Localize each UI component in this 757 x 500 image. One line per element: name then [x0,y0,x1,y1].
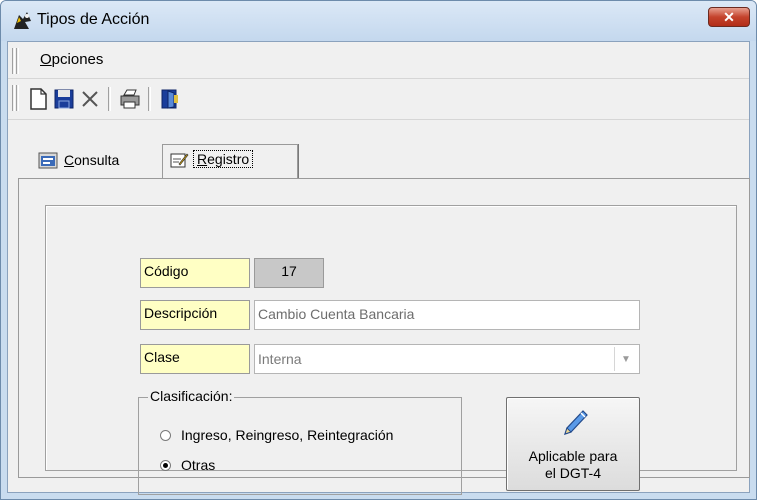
aplicable-dgt4-button[interactable]: Aplicable para el DGT-4 [506,397,640,491]
codigo-value: 17 [254,258,324,288]
save-icon[interactable] [52,87,76,111]
print-icon[interactable] [118,87,142,111]
clase-label: Clase [140,344,250,374]
menu-opciones[interactable]: Opciones [40,51,103,68]
menu-grip[interactable] [12,48,15,74]
toolbar-grip-2 [16,85,19,111]
registro-icon [170,153,189,168]
tab-registro[interactable]: Registro [162,144,298,178]
radio-ingreso[interactable]: Ingreso, Reingreso, Reintegración [160,427,393,443]
tab-consulta-label: Consulta [64,152,120,168]
toolbar-separator [108,87,111,111]
radio-otras[interactable]: Otras [160,457,215,473]
tab-registro-label: Registro [193,150,254,168]
radio-ingreso-label: Ingreso, Reingreso, Reintegración [181,427,394,443]
codigo-label: Código [140,258,250,288]
consulta-icon [38,152,58,169]
window-title: Tipos de Acción [37,11,150,28]
title-bar[interactable]: Tipos de Acción ✕ [1,1,756,41]
tab-consulta[interactable]: Consulta [32,146,156,176]
clase-selected-value: Interna [258,351,302,367]
menu-grip-2 [16,48,19,74]
pencil-icon [564,410,588,435]
menu-bar: Opciones [8,42,749,79]
app-icon [14,12,31,29]
exit-icon[interactable] [158,87,182,111]
radio-otras-circle[interactable] [160,459,171,471]
descripcion-label: Descripción [140,300,250,330]
toolbar-grip[interactable] [12,85,15,111]
toolbar-separator-2 [148,87,151,111]
radio-otras-label: Otras [181,457,216,473]
tab-strip: Consulta Registro [8,142,749,182]
radio-ingreso-circle[interactable] [160,429,171,441]
chevron-down-icon[interactable]: ▼ [614,347,637,371]
clase-select[interactable]: Interna ▼ [254,344,640,374]
descripcion-field[interactable]: Cambio Cuenta Bancaria [254,300,640,330]
clasificacion-group [138,397,462,495]
client-area: Opciones Consulta Registro Código 17 Des… [7,41,750,495]
delete-icon[interactable] [78,87,102,111]
close-button[interactable]: ✕ [708,7,750,27]
aplicable-dgt4-label: Aplicable para el DGT-4 [528,448,618,481]
new-document-icon[interactable] [26,87,50,111]
toolbar [8,79,749,120]
clasificacion-legend: Clasificación: [148,388,235,404]
window: Tipos de Acción ✕ Opciones Consulta Regi… [0,0,757,500]
close-icon: ✕ [723,9,735,25]
